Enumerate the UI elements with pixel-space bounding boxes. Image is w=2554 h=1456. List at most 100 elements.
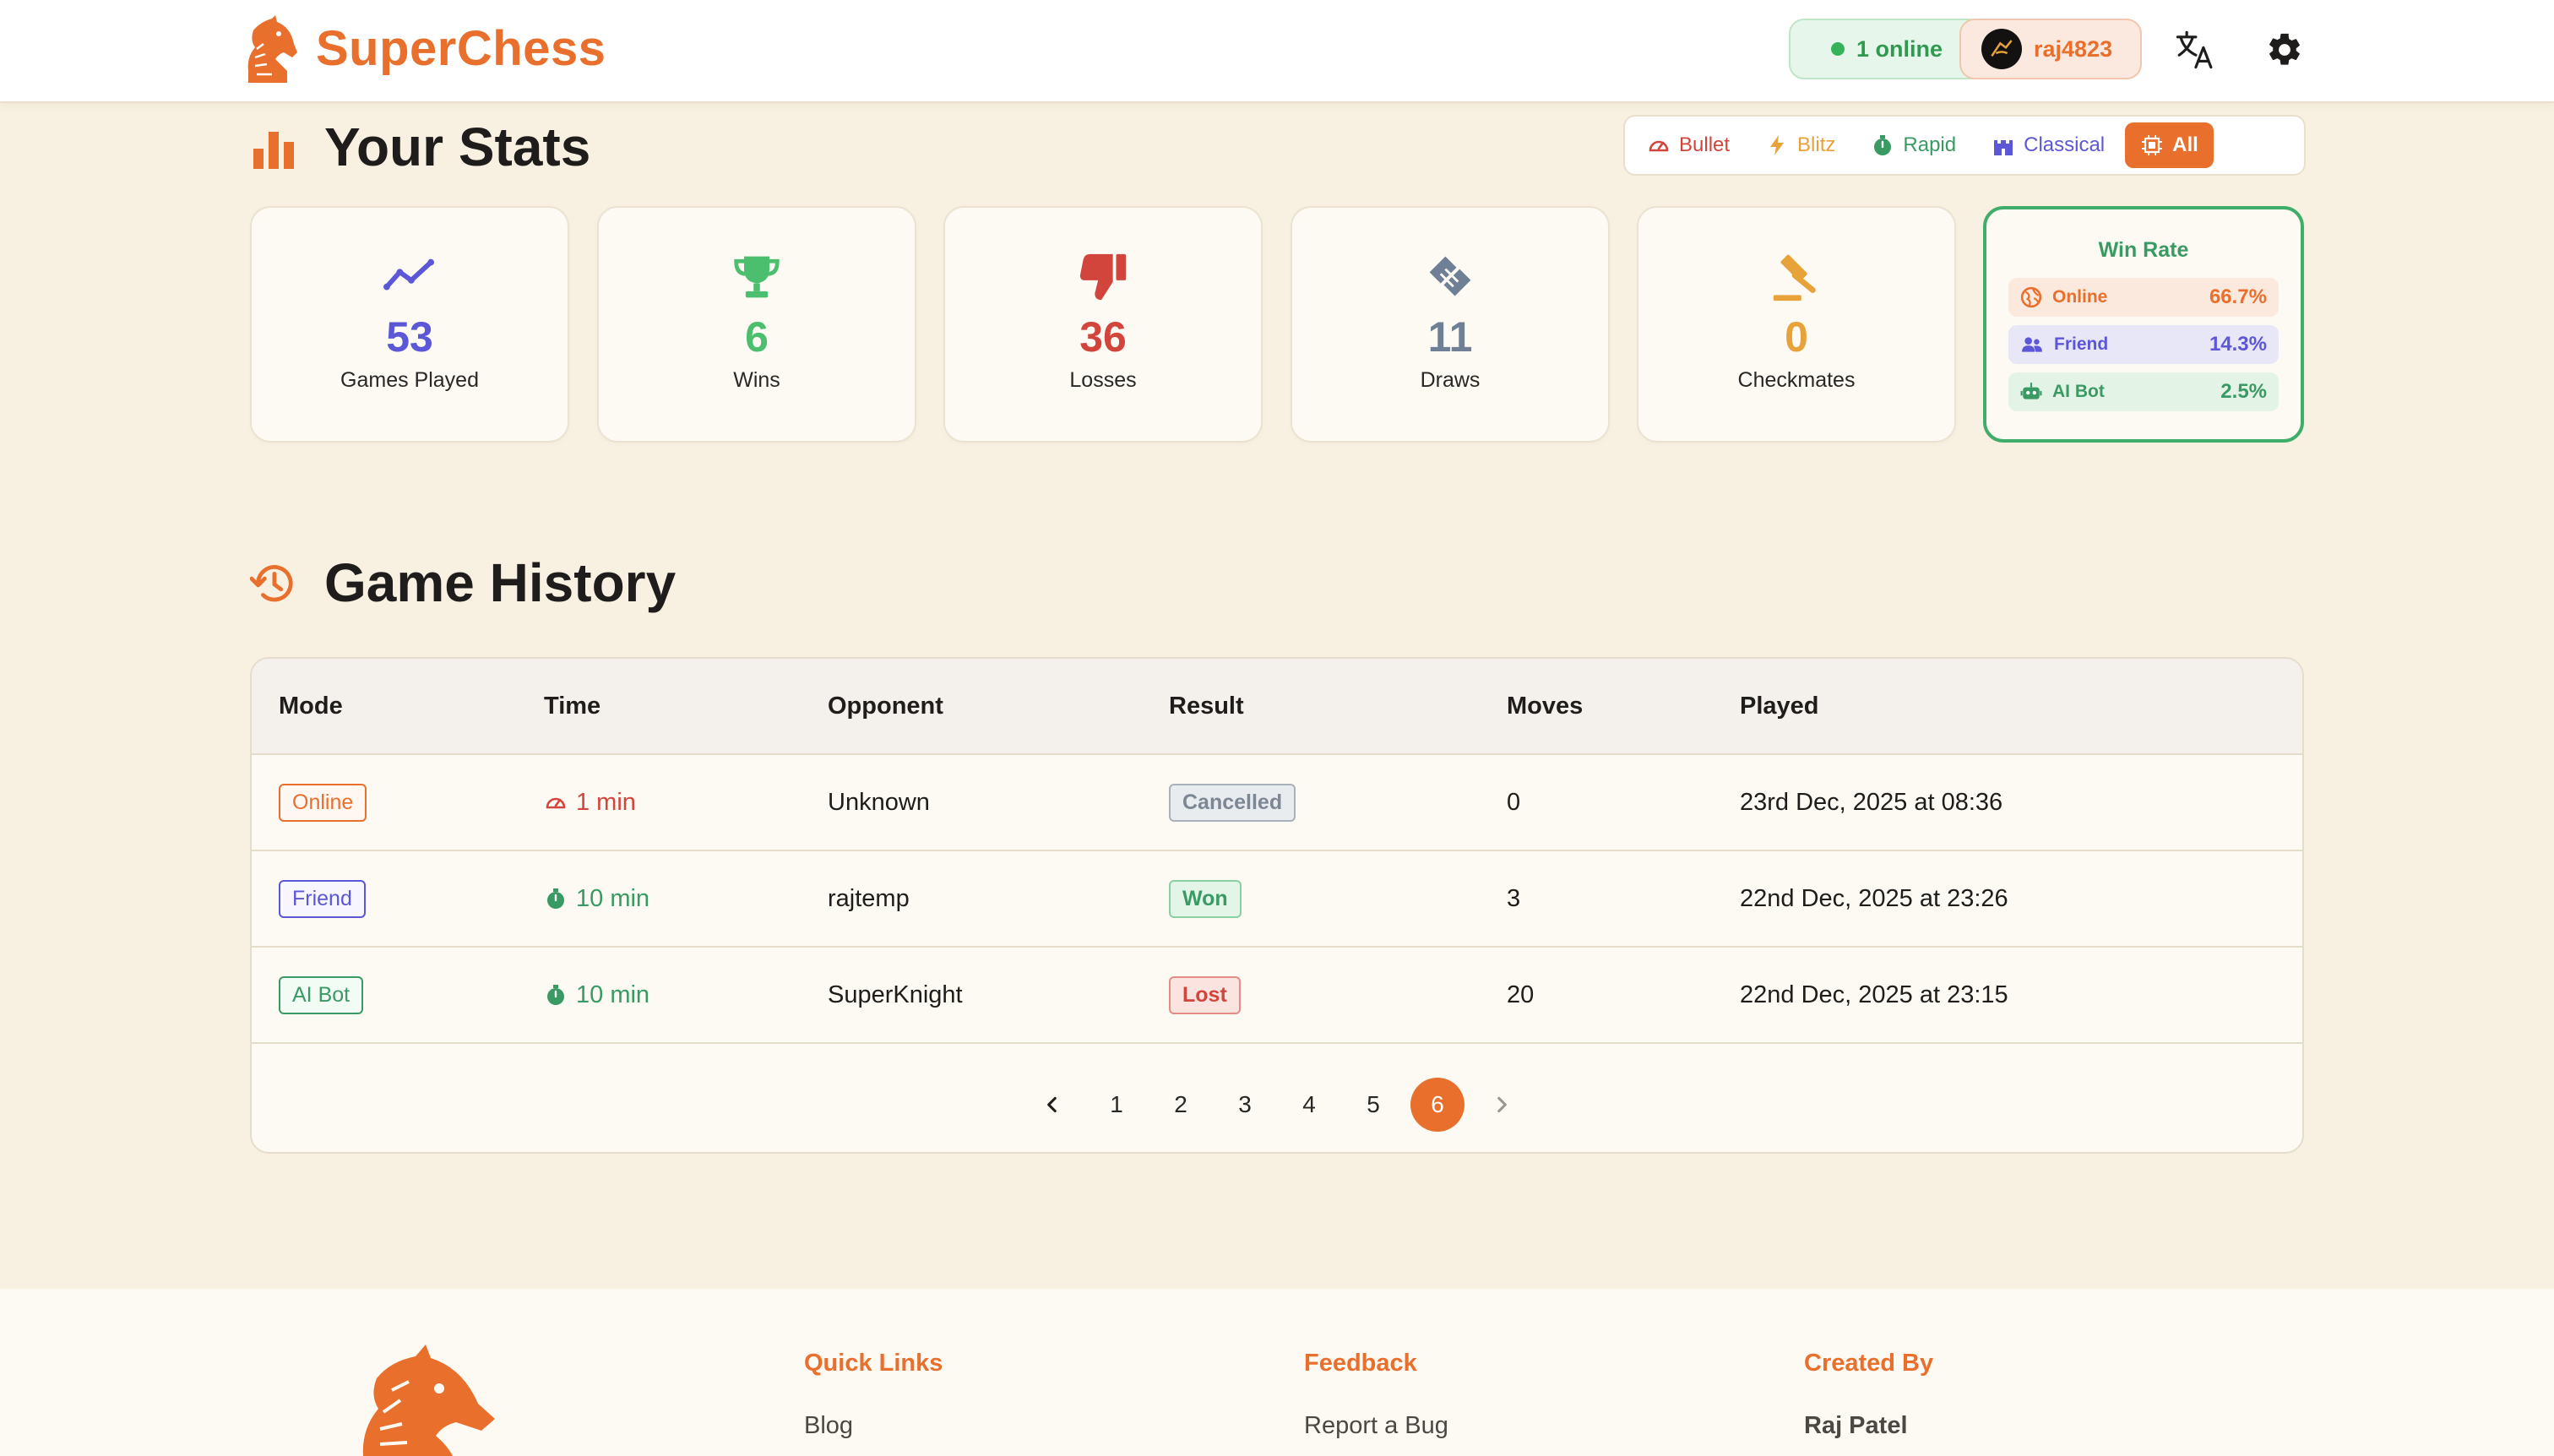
stat-card-draws: 11 Draws <box>1291 206 1610 443</box>
gear-icon[interactable] <box>2260 25 2309 74</box>
stat-card-losses: 36 Losses <box>943 206 1263 443</box>
win-rate-friend-value: 14.3% <box>2209 333 2267 356</box>
lightning-icon <box>1770 135 1785 155</box>
page-6-button[interactable]: 6 <box>1410 1078 1464 1132</box>
filter-bullet[interactable]: Bullet <box>1632 122 1745 168</box>
page-3-button[interactable]: 3 <box>1218 1078 1272 1132</box>
filter-rapid[interactable]: Rapid <box>1856 122 1971 168</box>
filter-classical[interactable]: Classical <box>1976 122 2120 168</box>
stat-card-checkmates: 0 Checkmates <box>1637 206 1956 443</box>
win-rate-friend: Friend 14.3% <box>2008 325 2279 364</box>
chevron-right-icon[interactable] <box>1475 1078 1529 1132</box>
result-badge: Won <box>1169 879 1242 918</box>
castle-icon <box>1994 140 2013 155</box>
page-4-button[interactable]: 4 <box>1282 1078 1336 1132</box>
col-mode: Mode <box>279 692 343 720</box>
translate-icon[interactable] <box>2171 25 2220 74</box>
filter-all-label: All <box>2172 133 2198 156</box>
report-bug-link[interactable]: Report a Bug <box>1304 1412 1448 1440</box>
stopwatch-icon <box>547 888 564 909</box>
filter-all[interactable]: All <box>2125 122 2214 168</box>
stopwatch-icon <box>547 985 564 1005</box>
stats-title: Your Stats <box>324 117 591 177</box>
time-control-filter: Bullet Blitz Rapid Classical All <box>1623 115 2306 176</box>
moves-count: 3 <box>1507 884 1521 912</box>
online-count-label: 1 online <box>1856 35 1943 62</box>
checkmates-label: Checkmates <box>1737 368 1856 392</box>
quick-links-title: Quick Links <box>804 1350 943 1377</box>
mode-badge: Online <box>279 783 367 822</box>
globe-icon <box>2020 286 2042 308</box>
top-navbar: SuperChess 1 online raj4823 <box>0 0 2554 103</box>
table-row[interactable]: AI Bot 10 min SuperKnight Lost 20 22nd D… <box>252 948 2302 1044</box>
opponent-name: Unknown <box>828 788 930 816</box>
avatar <box>1981 29 2022 69</box>
blog-link[interactable]: Blog <box>804 1412 853 1440</box>
page-1-button[interactable]: 1 <box>1090 1078 1144 1132</box>
pagination: 1 2 3 4 5 6 <box>252 1054 2302 1152</box>
col-result: Result <box>1169 692 1244 720</box>
col-time: Time <box>544 692 601 720</box>
trend-line-icon <box>383 250 437 304</box>
online-dot-icon <box>1830 42 1845 56</box>
games-played-value: 53 <box>386 313 433 361</box>
time-control-value: 10 min <box>576 981 650 1008</box>
opponent-name: SuperKnight <box>828 981 963 1008</box>
losses-value: 36 <box>1079 313 1127 361</box>
thumbs-down-icon <box>1076 250 1130 304</box>
chevron-left-icon[interactable] <box>1025 1078 1079 1132</box>
gavel-icon <box>1769 250 1823 304</box>
stat-card-games-played: 53 Games Played <box>250 206 569 443</box>
wins-label: Wins <box>733 368 780 392</box>
win-rate-ai-bot-value: 2.5% <box>2220 380 2267 403</box>
result-badge: Lost <box>1169 975 1241 1014</box>
filter-blitz[interactable]: Blitz <box>1750 122 1850 168</box>
games-played-label: Games Played <box>340 368 479 392</box>
stat-card-wins: 6 Wins <box>597 206 916 443</box>
table-row[interactable]: Online 1 min Unknown Cancelled 0 23rd De… <box>252 755 2302 851</box>
trophy-icon <box>730 250 784 304</box>
played-date: 22nd Dec, 2025 at 23:26 <box>1740 884 2008 912</box>
col-moves: Moves <box>1507 692 1584 720</box>
page-2-button[interactable]: 2 <box>1154 1078 1208 1132</box>
filter-classical-label: Classical <box>2024 133 2106 156</box>
user-profile-button[interactable]: raj4823 <box>1959 19 2142 79</box>
knight-logo-icon[interactable] <box>238 15 299 84</box>
users-icon <box>2022 337 2042 352</box>
mode-badge: AI Bot <box>279 975 364 1014</box>
win-rate-title: Win Rate <box>2098 238 2189 262</box>
speedometer-icon <box>546 797 566 809</box>
mode-badge: Friend <box>279 879 366 918</box>
history-icon <box>249 561 297 608</box>
wins-value: 6 <box>745 313 769 361</box>
game-history-table: Mode Time Opponent Result Moves Played O… <box>250 657 2304 1154</box>
username-label: raj4823 <box>2034 35 2113 62</box>
win-rate-ai-bot: AI Bot 2.5% <box>2008 372 2279 411</box>
draws-value: 11 <box>1427 313 1473 361</box>
win-rate-friend-label: Friend <box>2054 334 2109 354</box>
losses-label: Losses <box>1069 368 1137 392</box>
time-control-value: 1 min <box>576 788 636 816</box>
played-date: 22nd Dec, 2025 at 23:15 <box>1740 981 2008 1008</box>
table-header: Mode Time Opponent Result Moves Played <box>252 659 2302 755</box>
filter-blitz-label: Blitz <box>1797 133 1836 156</box>
opponent-name: rajtemp <box>828 884 910 912</box>
page-5-button[interactable]: 5 <box>1346 1078 1400 1132</box>
chip-icon <box>2142 135 2163 155</box>
moves-count: 0 <box>1507 788 1521 816</box>
handshake-icon <box>1423 250 1477 304</box>
filter-rapid-label: Rapid <box>1903 133 1957 156</box>
footer-knight-logo-icon <box>355 1345 498 1456</box>
author-name[interactable]: Raj Patel <box>1804 1412 1908 1440</box>
result-badge: Cancelled <box>1169 783 1296 822</box>
win-rate-card: Win Rate Online 66.7% Friend 14.3% AI Bo… <box>1983 206 2304 443</box>
feedback-title: Feedback <box>1304 1350 1417 1377</box>
brand-name[interactable]: SuperChess <box>316 17 606 81</box>
draws-label: Draws <box>1420 368 1481 392</box>
played-date: 23rd Dec, 2025 at 08:36 <box>1740 788 2003 816</box>
checkmates-value: 0 <box>1785 313 1808 361</box>
stopwatch-icon <box>1874 135 1892 155</box>
footer: Quick Links Blog Feedback Report a Bug C… <box>0 1289 2554 1456</box>
table-row[interactable]: Friend 10 min rajtemp Won 3 22nd Dec, 20… <box>252 851 2302 948</box>
win-rate-online: Online 66.7% <box>2008 278 2279 317</box>
